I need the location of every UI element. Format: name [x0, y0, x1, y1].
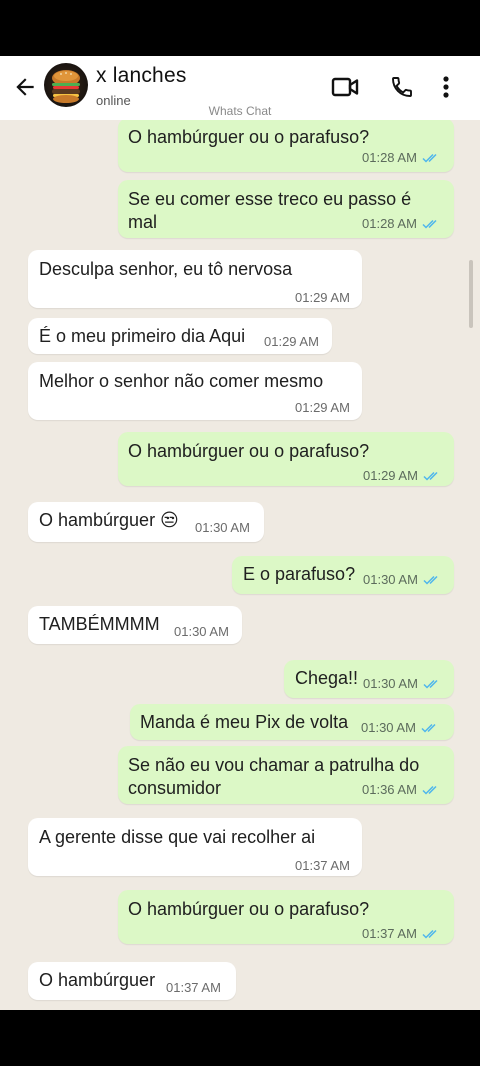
- outgoing-message[interactable]: Se não eu vou chamar a patrulha do consum…: [118, 746, 454, 804]
- incoming-message[interactable]: É o meu primeiro dia Aqui 01:29 AM: [28, 318, 332, 354]
- incoming-message[interactable]: Desculpa senhor, eu tô nervosa 01:29 AM: [28, 250, 362, 308]
- video-call-button[interactable]: [328, 70, 362, 104]
- incoming-message[interactable]: Melhor o senhor não comer mesmo 01:29 AM: [28, 362, 362, 420]
- message-timestamp: 01:28 AM: [362, 150, 417, 165]
- outgoing-message[interactable]: O hambúrguer ou o parafuso? 01:29 AM: [118, 432, 454, 486]
- outgoing-message[interactable]: E o parafuso? 01:30 AM: [232, 556, 454, 594]
- message-timestamp: 01:29 AM: [363, 468, 418, 483]
- message-timestamp: 01:30 AM: [174, 624, 229, 639]
- message-text: Manda é meu Pix de volta: [140, 712, 349, 732]
- incoming-message[interactable]: TAMBÉMMMM 01:30 AM: [28, 606, 242, 644]
- message-text: Melhor o senhor não comer mesmo: [39, 371, 324, 391]
- arrow-left-icon: [16, 78, 34, 96]
- read-receipt-icon: [422, 785, 437, 795]
- read-receipt-icon: [422, 219, 437, 229]
- outgoing-message[interactable]: O hambúrguer ou o parafuso? 01:37 AM: [118, 890, 454, 944]
- read-receipt-icon: [422, 929, 437, 939]
- outgoing-message[interactable]: Manda é meu Pix de volta 01:30 AM: [130, 704, 454, 740]
- message-text: Se eu comer esse treco eu passo é: [128, 189, 412, 209]
- navigation-bar: [0, 1010, 480, 1066]
- message-timestamp: 01:37 AM: [295, 858, 350, 873]
- phone-icon: [392, 77, 412, 97]
- outgoing-message[interactable]: O hambúrguer ou o parafuso? 01:28 AM: [118, 120, 454, 172]
- outgoing-message[interactable]: Se eu comer esse treco eu passo é mal 01:2…: [118, 180, 454, 238]
- scrollbar-thumb[interactable]: [469, 260, 473, 328]
- message-text: mal: [128, 212, 158, 232]
- message-text: É o meu primeiro dia Aqui: [39, 326, 246, 346]
- voice-call-button[interactable]: [385, 70, 419, 104]
- more-vertical-icon: [443, 76, 449, 98]
- message-text: A gerente disse que vai recolher ai: [39, 827, 316, 847]
- message-timestamp: 01:30 AM: [195, 520, 250, 535]
- read-receipt-icon: [423, 575, 438, 585]
- message-text: O hambúrguer ou o parafuso?: [128, 899, 370, 919]
- incoming-message[interactable]: A gerente disse que vai recolher ai 01:37…: [28, 818, 362, 876]
- message-timestamp: 01:37 AM: [166, 980, 221, 995]
- message-timestamp: 01:29 AM: [264, 334, 319, 349]
- message-text: O hambúrguer ou o parafuso?: [128, 127, 370, 147]
- message-text: O hambúrguer 😒: [39, 510, 179, 530]
- incoming-message[interactable]: O hambúrguer 😒 01:30 AM: [28, 502, 264, 542]
- contact-name[interactable]: x lanches: [96, 64, 187, 88]
- read-receipt-icon: [421, 723, 436, 733]
- message-text: E o parafuso?: [243, 564, 356, 584]
- message-text: Chega!!: [295, 668, 359, 688]
- status-bar: [0, 0, 480, 56]
- message-timestamp: 01:30 AM: [363, 676, 418, 691]
- message-timestamp: 01:30 AM: [363, 572, 418, 587]
- message-text: consumidor: [128, 778, 222, 798]
- message-timestamp: 01:29 AM: [295, 400, 350, 415]
- incoming-message[interactable]: O hambúrguer 01:37 AM: [28, 962, 236, 1000]
- message-timestamp: 01:28 AM: [362, 216, 417, 231]
- burger-avatar-image: [52, 70, 80, 103]
- message-text: O hambúrguer ou o parafuso?: [128, 441, 370, 461]
- message-text: Desculpa senhor, eu tô nervosa: [39, 259, 293, 279]
- message-text: Se não eu vou chamar a patrulha do: [128, 755, 420, 775]
- outgoing-message[interactable]: Chega!! 01:30 AM: [284, 660, 454, 698]
- read-receipt-icon: [423, 471, 438, 481]
- read-receipt-icon: [423, 679, 438, 689]
- chat-area[interactable]: O hambúrguer ou o parafuso? 01:28 AM Se eu…: [0, 120, 480, 1010]
- read-receipt-icon: [422, 153, 437, 163]
- message-text: TAMBÉMMMM: [39, 614, 160, 634]
- message-timestamp: 01:29 AM: [295, 290, 350, 305]
- watermark: Whats Chat: [208, 104, 272, 118]
- avatar[interactable]: [44, 63, 88, 107]
- more-options-button[interactable]: [429, 70, 463, 104]
- video-call-icon: [331, 77, 359, 97]
- message-timestamp: 01:30 AM: [361, 720, 416, 735]
- message-timestamp: 01:36 AM: [362, 782, 417, 797]
- message-text: O hambúrguer: [39, 970, 156, 990]
- back-button[interactable]: [10, 72, 40, 102]
- message-timestamp: 01:37 AM: [362, 926, 417, 941]
